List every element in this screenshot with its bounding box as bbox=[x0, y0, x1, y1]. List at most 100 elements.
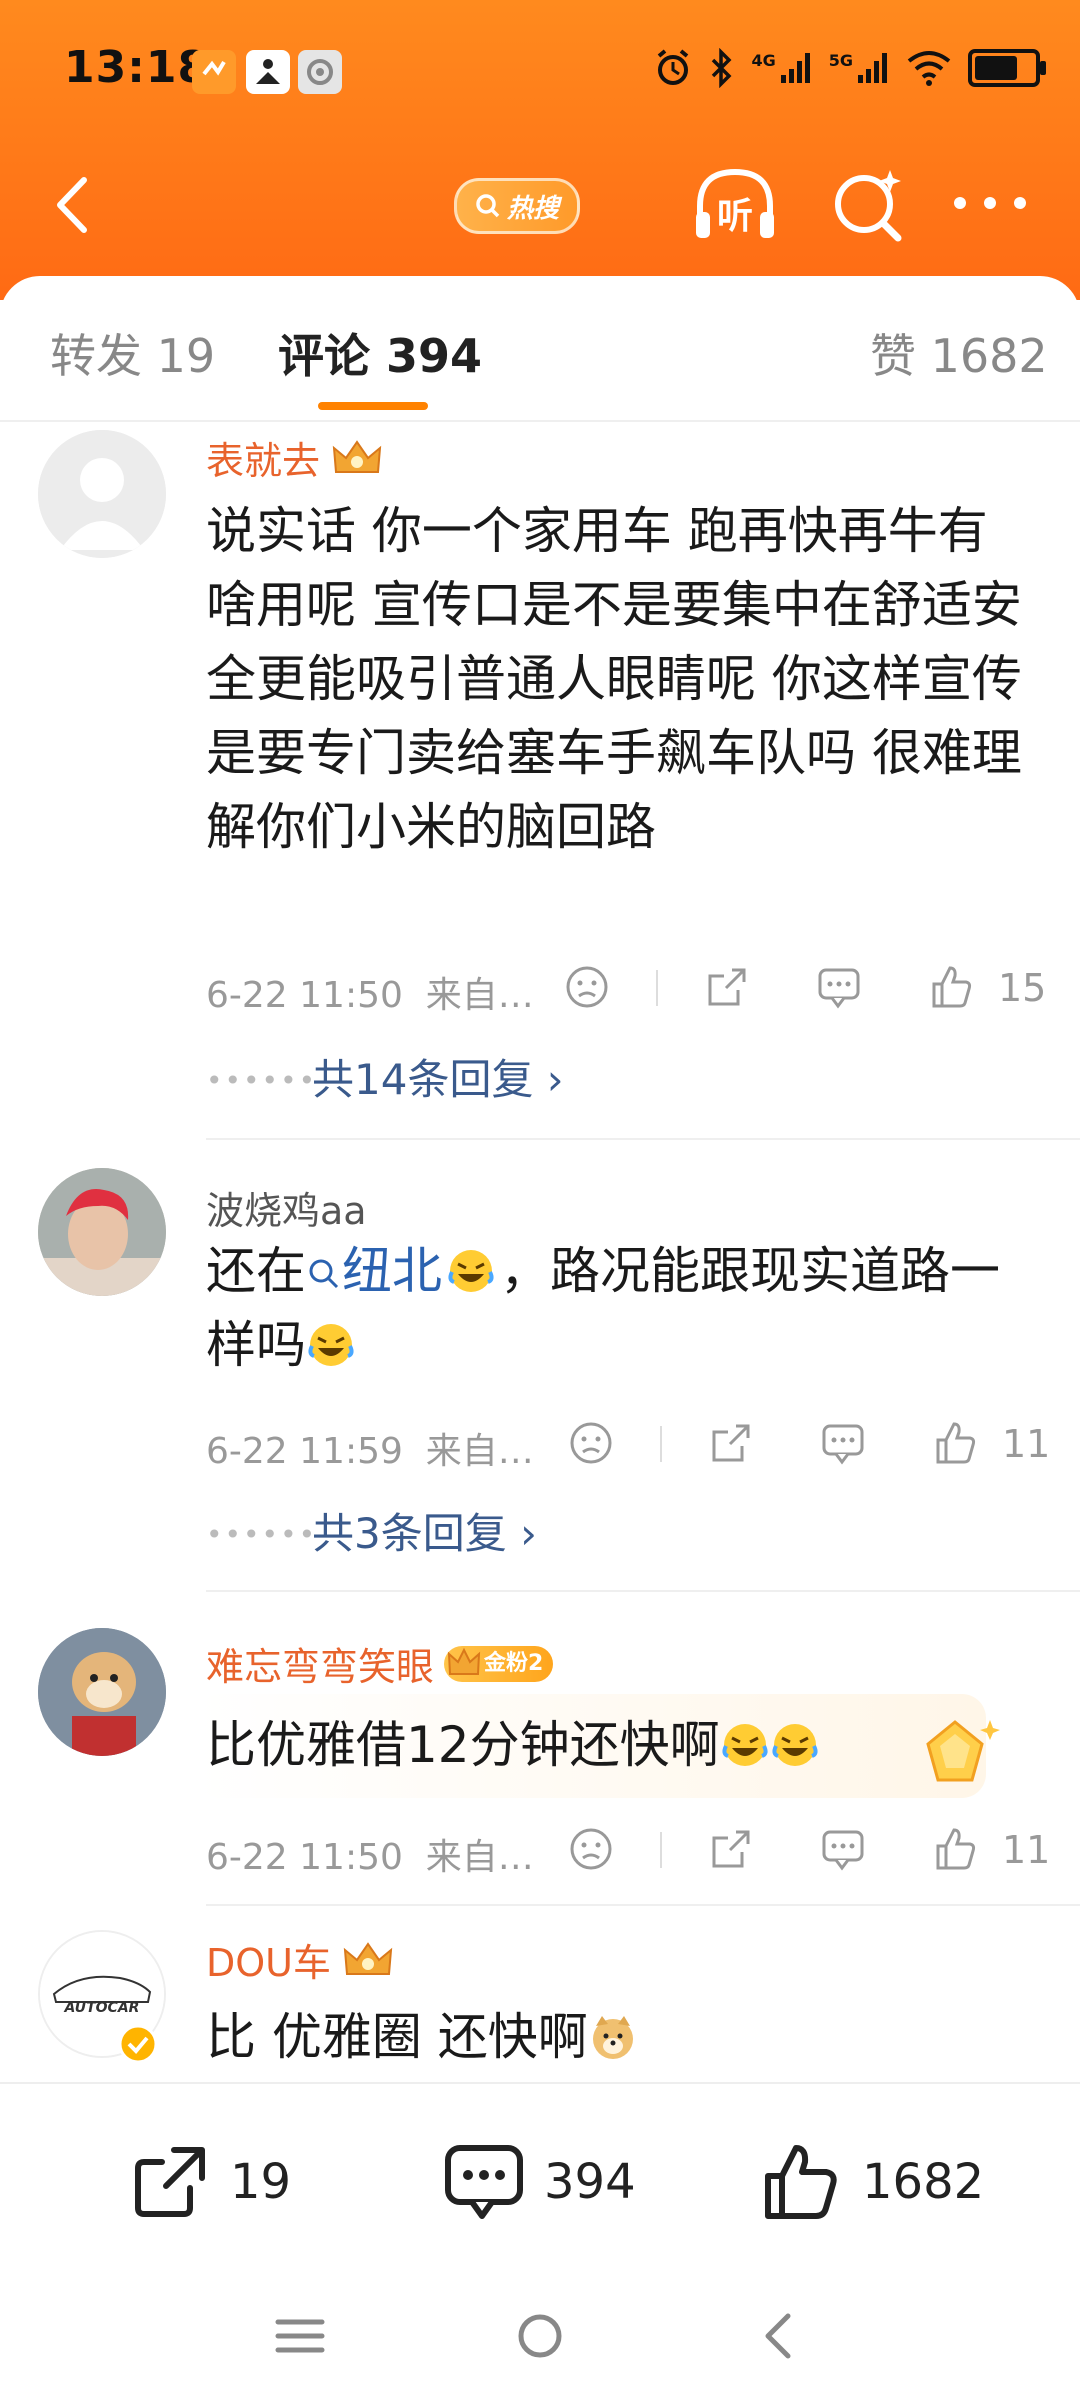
avatar[interactable] bbox=[38, 1628, 166, 1756]
hot-search-button[interactable]: 热搜 bbox=[454, 178, 580, 234]
comment-button[interactable]: 394 bbox=[442, 2142, 636, 2222]
comment-text: 比 优雅圈 还快啊 bbox=[206, 2000, 1036, 2074]
more-options-icon[interactable] bbox=[950, 188, 1030, 218]
comment-time: 6-22 11:59 来自… bbox=[206, 1422, 534, 1474]
reply-icon[interactable] bbox=[816, 964, 862, 1010]
like-count: 15 bbox=[998, 966, 1047, 1010]
vip-crown-icon bbox=[343, 1941, 393, 1975]
share-icon[interactable] bbox=[708, 1826, 754, 1872]
alarm-icon bbox=[658, 49, 689, 85]
username-text: 波烧鸡aa bbox=[206, 1189, 367, 1233]
gold-gem-decoration-icon bbox=[926, 1720, 1000, 1782]
dog-photo-avatar bbox=[38, 1628, 166, 1756]
top-nav: 热搜 听 bbox=[0, 160, 1080, 250]
tab-repost[interactable]: 转发 19 bbox=[50, 320, 215, 386]
tab-like[interactable]: 赞 1682 bbox=[870, 320, 1048, 386]
avatar[interactable] bbox=[38, 1168, 166, 1296]
comment-list[interactable]: 表就去 说实话 你一个家用车 跑再快再牛有啥用呢 宣传口是不是要集中在舒适安全更… bbox=[0, 422, 1080, 2082]
meta-separator bbox=[660, 1832, 662, 1868]
search-icon bbox=[309, 1259, 339, 1289]
comment-text-body: 比 优雅圈 还快啊 bbox=[206, 2008, 588, 2066]
like-count-total: 1682 bbox=[862, 2154, 985, 2210]
like-icon[interactable] bbox=[928, 964, 974, 1010]
comment-meta: 6-22 11:50 来自… 15 bbox=[206, 956, 1046, 1016]
bluetooth-icon bbox=[712, 48, 732, 88]
source-text: 来自… bbox=[425, 1431, 534, 1472]
search-icon bbox=[476, 194, 500, 218]
comment-meta: 6-22 11:59 来自… 11 bbox=[206, 1412, 1050, 1474]
dislike-face-icon[interactable] bbox=[568, 1420, 614, 1466]
meta-separator bbox=[660, 1426, 662, 1462]
wifi-icon bbox=[907, 51, 951, 86]
laugh-cry-emoji-icon bbox=[722, 1724, 768, 1766]
tab-comment[interactable]: 评论 394 bbox=[278, 320, 482, 386]
signal-4g: 4G bbox=[751, 51, 812, 85]
status-bar: 13:18 4G 5G bbox=[0, 40, 1080, 110]
view-replies-link[interactable]: 共14条回复 › bbox=[312, 1046, 564, 1107]
status-time: 13:18 bbox=[64, 42, 210, 93]
crown-badge-icon bbox=[447, 1647, 481, 1675]
share-icon[interactable] bbox=[708, 1420, 754, 1466]
reply-icon[interactable] bbox=[820, 1420, 866, 1466]
back-arrow-icon[interactable] bbox=[40, 170, 110, 240]
doge-emoji-icon bbox=[592, 2016, 633, 2059]
source-text: 来自… bbox=[425, 1837, 534, 1878]
thumbs-up-icon bbox=[765, 2145, 837, 2219]
listen-headphones-icon[interactable]: 听 bbox=[690, 164, 780, 244]
signal-bars-icon bbox=[858, 53, 887, 83]
repost-count: 19 bbox=[230, 2154, 292, 2210]
like-count: 11 bbox=[1002, 1422, 1051, 1466]
avatar-brand-text: AUTOCAR bbox=[64, 2000, 140, 2016]
comment-text-body: 比优雅借12分钟还快啊 bbox=[206, 1716, 720, 1774]
network-label-2: 5G bbox=[828, 51, 853, 70]
topic-link[interactable]: 纽北 bbox=[306, 1242, 442, 1300]
comment-divider bbox=[206, 1904, 1080, 1906]
view-replies-link[interactable]: 共3条回复 › bbox=[312, 1500, 537, 1561]
source-text: 来自… bbox=[425, 975, 534, 1016]
comment-bubble-icon bbox=[445, 2145, 523, 2219]
like-icon[interactable] bbox=[932, 1420, 978, 1466]
comment-username[interactable]: 难忘弯弯笑眼 金粉2 bbox=[206, 1636, 554, 1691]
comment-username[interactable]: 波烧鸡aa bbox=[206, 1180, 367, 1235]
share-icon[interactable] bbox=[704, 964, 750, 1010]
comment-meta: 6-22 11:50 来自… 11 bbox=[206, 1818, 1050, 1880]
search-sparkle-icon[interactable] bbox=[830, 166, 906, 242]
system-navigation-bar bbox=[0, 2266, 1080, 2400]
menu-icon[interactable] bbox=[270, 2306, 330, 2366]
settings-notification-icon bbox=[298, 50, 342, 94]
comment-time: 6-22 11:50 来自… bbox=[206, 1828, 534, 1880]
laugh-cry-emoji-icon bbox=[772, 1724, 818, 1766]
comment-username[interactable]: 表就去 bbox=[206, 430, 384, 485]
comment-divider bbox=[206, 1138, 1080, 1140]
comment-text: 说实话 你一个家用车 跑再快再牛有啥用呢 宣传口是不是要集中在舒适安全更能吸引普… bbox=[206, 502, 1022, 856]
battery-level bbox=[975, 56, 1017, 80]
comment-text: 还在 纽北 ，路况能跟现实道路一样吗 bbox=[206, 1234, 1036, 1382]
signal-bars-icon bbox=[780, 53, 810, 83]
battery-icon bbox=[968, 49, 1046, 87]
time-text: 6-22 11:59 bbox=[206, 1431, 403, 1472]
like-button[interactable]: 1682 bbox=[760, 2142, 984, 2222]
active-tab-indicator bbox=[318, 402, 428, 410]
repost-share-icon bbox=[135, 2147, 205, 2217]
post-tabs: 转发 19 评论 394 赞 1682 bbox=[0, 276, 1080, 420]
signal-5g: 5G bbox=[829, 51, 890, 85]
avatar[interactable] bbox=[38, 430, 166, 558]
reply-icon[interactable] bbox=[820, 1826, 866, 1872]
dislike-face-icon[interactable] bbox=[568, 1826, 614, 1872]
laugh-cry-emoji-icon bbox=[448, 1250, 494, 1292]
listen-label: 听 bbox=[717, 196, 753, 237]
like-icon[interactable] bbox=[932, 1826, 978, 1872]
bottom-action-bar: 19 394 1682 bbox=[0, 2082, 1080, 2268]
fan-badge-text: 金粉2 bbox=[484, 1650, 544, 1676]
comment-username[interactable]: DOU车 bbox=[206, 1932, 395, 1987]
hot-search-label: 热搜 bbox=[506, 193, 559, 224]
repost-button[interactable]: 19 bbox=[128, 2142, 291, 2222]
home-circle-icon[interactable] bbox=[510, 2306, 570, 2366]
time-text: 6-22 11:50 bbox=[206, 975, 403, 1016]
fan-level-badge: 金粉2 bbox=[444, 1645, 554, 1682]
reply-dots: •••••• bbox=[206, 1064, 318, 1097]
back-chevron-icon[interactable] bbox=[750, 2306, 810, 2366]
comment-divider bbox=[206, 1590, 1080, 1592]
username-text: DOU车 bbox=[206, 1941, 331, 1985]
dislike-face-icon[interactable] bbox=[564, 964, 610, 1010]
